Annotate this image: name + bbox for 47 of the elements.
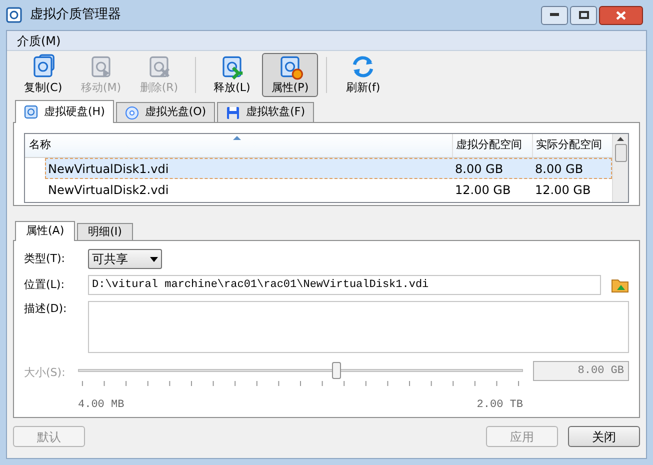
column-header[interactable]: 虚拟分配空间 xyxy=(452,134,532,157)
toolbar-button[interactable]: 属性(P) xyxy=(262,53,318,97)
type-dropdown[interactable]: 可共享 xyxy=(88,249,162,269)
description-field[interactable] xyxy=(88,301,629,353)
slider-thumb[interactable] xyxy=(332,362,342,379)
minimize-icon xyxy=(550,13,559,17)
maximize-icon xyxy=(578,11,588,19)
folder-icon[interactable] xyxy=(611,277,629,293)
field-label: 描述(D): xyxy=(24,301,68,317)
field-label: 大小(S): xyxy=(24,365,66,381)
optical-disc-icon xyxy=(124,106,139,120)
slider-min-label: 4.00 MB xyxy=(78,398,124,413)
table-cell-text: 12.00 GB xyxy=(534,182,592,198)
tab[interactable]: 虚拟软盘(F) xyxy=(217,102,314,122)
table-cell-text: 12.00 GB xyxy=(454,182,512,198)
location-field[interactable]: D:\vitural marchine\rac01\rac01\NewVirtualDisk1.vdi xyxy=(88,275,601,295)
window-title: 虚拟介质管理器 xyxy=(30,6,121,24)
field-label: 类型(T): xyxy=(24,250,66,267)
size-field[interactable]: 8.00 GB xyxy=(533,361,629,381)
scroll-up-icon[interactable] xyxy=(617,137,624,141)
app-icon xyxy=(6,7,22,23)
scrollbar-thumb[interactable] xyxy=(614,144,626,162)
table-cell-text: 8.00 GB xyxy=(454,160,504,178)
maximize-button[interactable] xyxy=(570,6,597,24)
toolbar-button[interactable]: 复制(C) xyxy=(15,53,71,97)
tab[interactable]: 属性(A) xyxy=(15,221,76,241)
table-cell-text: 8.00 GB xyxy=(534,160,584,178)
slider-max-label: 2.00 TB xyxy=(476,398,523,413)
sort-ascending-icon xyxy=(233,135,241,140)
toolbar-button[interactable]: 释放(L) xyxy=(204,53,260,97)
tab[interactable]: 虚拟光盘(O) xyxy=(116,102,216,122)
minimize-button[interactable] xyxy=(541,6,568,24)
table-row[interactable]: NewVirtualDisk2.vdi 12.00 GB 12.00 GB xyxy=(45,179,612,200)
toolbar-button[interactable]: 刷新(f) xyxy=(335,53,391,97)
refresh-icon xyxy=(350,54,376,80)
table-cell-text: NewVirtualDisk2.vdi xyxy=(47,182,170,198)
table-row[interactable]: NewVirtualDisk1.vdi 8.00 GB 8.00 GB xyxy=(45,158,612,179)
tab[interactable]: 虚拟硬盘(H) xyxy=(15,100,114,123)
column-header[interactable]: 名称 xyxy=(25,134,452,157)
close-button[interactable] xyxy=(599,6,643,24)
menu-item[interactable]: 介质(M) xyxy=(13,32,65,50)
table-cell-text: NewVirtualDisk1.vdi xyxy=(47,160,170,178)
dropdown-arrow-icon xyxy=(150,256,158,262)
close-button[interactable]: 关闭 xyxy=(568,426,640,447)
tab[interactable]: 明细(I) xyxy=(77,223,133,240)
field-label: 位置(L): xyxy=(24,276,66,293)
close-icon xyxy=(616,10,626,20)
